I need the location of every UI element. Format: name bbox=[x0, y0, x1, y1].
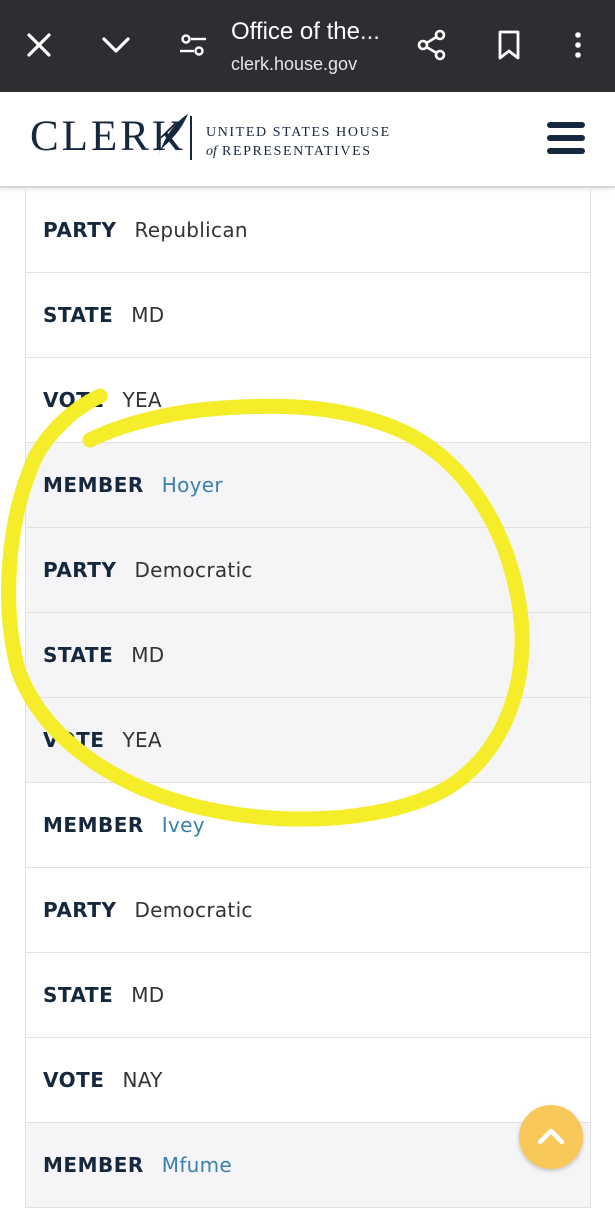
member-link-ivey[interactable]: Ivey bbox=[162, 813, 205, 837]
table-row: MEMBER Mfume bbox=[26, 1123, 590, 1208]
row-value: Democratic bbox=[134, 898, 253, 922]
roll-call-table: PARTY Republican STATE MD VOTE YEA MEMBE… bbox=[25, 188, 591, 1208]
row-label: MEMBER bbox=[43, 1153, 144, 1177]
table-row: VOTE YEA bbox=[26, 358, 590, 443]
row-label: PARTY bbox=[43, 898, 117, 922]
browser-toolbar: Office of the... clerk.house.gov bbox=[0, 0, 615, 92]
logo-subtitle-2: of REPRESENTATIVES bbox=[206, 144, 372, 160]
back-to-top-button[interactable] bbox=[519, 1105, 583, 1169]
row-label: VOTE bbox=[43, 728, 105, 752]
page-url[interactable]: clerk.house.gov bbox=[231, 54, 357, 75]
row-label: PARTY bbox=[43, 558, 117, 582]
table-row: VOTE NAY bbox=[26, 1038, 590, 1123]
row-label: VOTE bbox=[43, 1068, 105, 1092]
row-value: YEA bbox=[122, 388, 162, 412]
table-row: STATE MD bbox=[26, 613, 590, 698]
hamburger-line bbox=[547, 135, 585, 141]
chevron-up-icon bbox=[537, 1128, 565, 1145]
logo-of: of bbox=[206, 144, 217, 159]
member-link-mfume[interactable]: Mfume bbox=[162, 1153, 232, 1177]
chevron-down-icon[interactable] bbox=[99, 28, 133, 62]
row-value: NAY bbox=[122, 1068, 163, 1092]
table-row: MEMBER Ivey bbox=[26, 783, 590, 868]
table-row: PARTY Democratic bbox=[26, 868, 590, 953]
row-label: VOTE bbox=[43, 388, 105, 412]
bookmark-icon[interactable] bbox=[492, 28, 526, 62]
site-header: CLERK UNITED STATES HOUSE of REPRESENTAT… bbox=[0, 92, 615, 188]
row-value: YEA bbox=[122, 728, 162, 752]
more-vert-icon[interactable] bbox=[561, 28, 595, 62]
logo-divider bbox=[190, 116, 192, 160]
hamburger-line bbox=[547, 148, 585, 154]
row-label: MEMBER bbox=[43, 813, 144, 837]
row-label: PARTY bbox=[43, 218, 117, 242]
table-row: PARTY Democratic bbox=[26, 528, 590, 613]
row-label: STATE bbox=[43, 303, 114, 327]
tune-icon[interactable] bbox=[176, 28, 210, 62]
table-row: STATE MD bbox=[26, 273, 590, 358]
row-value: MD bbox=[131, 643, 165, 667]
row-value: Republican bbox=[134, 218, 248, 242]
hamburger-line bbox=[547, 122, 585, 128]
member-link-hoyer[interactable]: Hoyer bbox=[162, 473, 223, 497]
table-row: STATE MD bbox=[26, 953, 590, 1038]
table-row: VOTE YEA bbox=[26, 698, 590, 783]
table-row: MEMBER Hoyer bbox=[26, 443, 590, 528]
row-value: MD bbox=[131, 983, 165, 1007]
row-label: MEMBER bbox=[43, 473, 144, 497]
page-title[interactable]: Office of the... bbox=[231, 18, 380, 46]
row-label: STATE bbox=[43, 983, 114, 1007]
share-icon[interactable] bbox=[415, 28, 449, 62]
row-label: STATE bbox=[43, 643, 114, 667]
row-value: Democratic bbox=[134, 558, 253, 582]
close-icon[interactable] bbox=[22, 28, 56, 62]
hamburger-icon[interactable] bbox=[547, 122, 585, 156]
quill-icon bbox=[158, 114, 188, 156]
row-value: MD bbox=[131, 303, 165, 327]
logo-subtitle-1: UNITED STATES HOUSE bbox=[206, 125, 391, 140]
table-row: PARTY Republican bbox=[26, 188, 590, 273]
logo-representatives: REPRESENTATIVES bbox=[222, 144, 372, 159]
